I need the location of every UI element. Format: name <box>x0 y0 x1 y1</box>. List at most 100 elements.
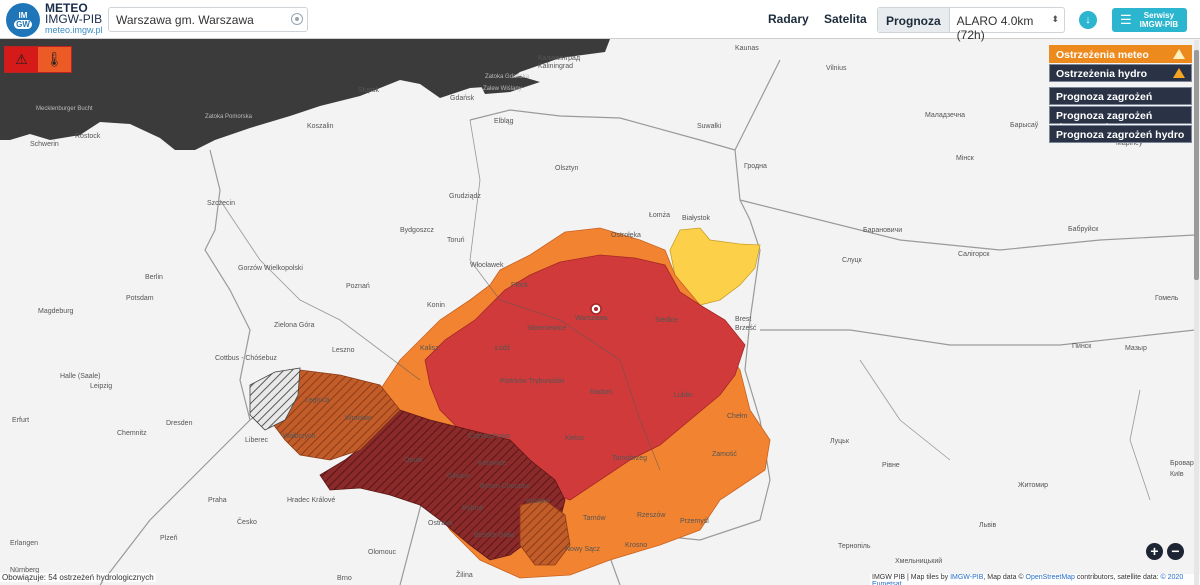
city-label: Česko <box>237 517 257 526</box>
city-label: Мазыр <box>1125 345 1147 352</box>
attribution-mid2: contributors, satellite data: <box>1074 574 1161 581</box>
forecast-hydro-button[interactable]: Prognoza zagrożeń hydro <box>1049 125 1192 143</box>
city-label: Schwerin <box>30 141 59 148</box>
city-label: Krosno <box>625 542 647 549</box>
locate-icon[interactable] <box>291 13 303 25</box>
attribution-link-imgw[interactable]: IMGW-PIB <box>950 574 983 581</box>
attribution-mid: , Map data © <box>983 574 1026 581</box>
download-icon[interactable]: ↓ <box>1079 11 1097 29</box>
city-label: Tarnobrzeg <box>612 455 647 462</box>
nav-radary[interactable]: Radary <box>768 12 809 26</box>
city-label: Słupsk <box>358 87 380 94</box>
city-label: Vilnius <box>826 65 847 72</box>
map-attribution: IMGW PIB | Map tiles by IMGW-PIB, Map da… <box>870 574 1200 585</box>
brand-subtitle: IMGW-PIB <box>45 12 103 26</box>
city-label: Płock <box>511 282 529 289</box>
warnings-meteo-button[interactable]: Ostrzeżenia meteo <box>1049 45 1192 63</box>
logo-text-top: IM <box>18 11 28 20</box>
city-label: Przemyśl <box>680 518 709 525</box>
city-label: Łomża <box>649 212 670 219</box>
city-label: Leipzig <box>90 383 112 390</box>
city-label: Włocławek <box>470 262 504 269</box>
brand-url: meteo.imgw.pl <box>45 25 103 35</box>
meteo-warning-icon[interactable]: ⚠ <box>5 47 38 72</box>
forecast-meteo-button[interactable]: Prognoza zagrożeń meteo <box>1049 87 1192 115</box>
city-label: Olsztyn <box>555 165 578 172</box>
model-select[interactable]: ALARO 4.0km (72h) <box>950 8 1064 42</box>
serwisy-line2: IMGW-PIB <box>1139 20 1179 29</box>
forecast-road-button[interactable]: Prognoza zagrożeń drogowych <box>1049 106 1192 134</box>
search-input[interactable] <box>109 8 289 31</box>
city-label: Halle (Saale) <box>60 373 100 380</box>
city-label: Kaliningrad <box>538 63 573 70</box>
city-label: Kalisz <box>420 345 439 352</box>
city-label: Гродна <box>744 163 767 170</box>
city-label: Пинск <box>1072 343 1092 350</box>
warning-triangle-icon <box>1173 49 1185 59</box>
nav-satelita[interactable]: Satelita <box>824 12 867 26</box>
city-label: Bytom Chorzów <box>480 483 530 490</box>
city-label: Барановичи <box>863 227 902 234</box>
city-label: Tarnów <box>583 515 607 522</box>
warning-triangle-icon <box>1173 68 1185 78</box>
city-label: Маладзечна <box>925 112 965 119</box>
city-label: Житомир <box>1018 482 1048 489</box>
city-label: Chemnitz <box>117 430 147 437</box>
city-label: Liberec <box>245 437 268 444</box>
city-label: Konin <box>427 302 445 309</box>
city-label: Rybnik <box>462 505 484 512</box>
city-label: Hradec Králové <box>287 497 335 504</box>
city-label: Gorzów Wielkopolski <box>238 265 303 272</box>
city-label: Potsdam <box>126 295 154 302</box>
sea-label: Zalew Wiślany <box>483 86 522 92</box>
city-label: Olomouc <box>368 549 397 556</box>
warnings-hydro-label: Ostrzeżenia hydro <box>1056 68 1148 80</box>
city-label: Тернопіль <box>838 542 871 550</box>
forecast-selector[interactable]: Prognoza ALARO 4.0km (72h) <box>877 7 1065 42</box>
city-label: Rostock <box>75 133 101 140</box>
warnings-hydro-button[interactable]: Ostrzeżenia hydro <box>1049 64 1192 82</box>
city-label: Koszalin <box>307 123 334 130</box>
scrollbar[interactable] <box>1194 40 1199 585</box>
status-text: Obowiązuje: 54 ostrzeżeń hydrologicznych <box>0 573 156 582</box>
city-label: Skierniewice <box>527 325 566 332</box>
city-label: Magdeburg <box>38 308 74 315</box>
city-label: Cottbus - Chóśebuz <box>215 355 277 362</box>
city-label: Gliwice <box>447 473 470 480</box>
attribution-prefix: IMGW PIB | Map tiles by <box>872 574 951 581</box>
city-label: Wałbrzych <box>283 433 316 440</box>
city-label: Київ <box>1170 471 1184 478</box>
imgw-logo[interactable]: IM GW <box>6 3 40 37</box>
city-label: Мінск <box>956 154 975 162</box>
scrollbar-thumb[interactable] <box>1194 50 1199 280</box>
zoom-out-button[interactable]: − <box>1167 543 1184 560</box>
city-label: Chełm <box>727 413 747 420</box>
city-label: Ostrołęka <box>611 232 641 239</box>
city-label: Erfurt <box>12 417 29 424</box>
city-label: Warszawa <box>575 315 608 322</box>
warnings-panel: Ostrzeżenia meteo Ostrzeżenia hydro Prog… <box>1049 45 1192 144</box>
city-label: Radom <box>590 389 613 396</box>
city-label: Opole <box>404 457 423 464</box>
location-search[interactable] <box>108 7 308 32</box>
thermometer-icon[interactable]: 🌡 <box>38 47 71 72</box>
city-label: Барысаў <box>1010 121 1039 129</box>
city-label: Хмельницький <box>895 557 942 565</box>
city-label: Praha <box>208 497 227 504</box>
attribution-link-osm[interactable]: OpenStreetMap <box>1026 574 1075 581</box>
serwisy-button[interactable]: ☰ Serwisy IMGW-PIB <box>1112 8 1187 32</box>
menu-icon: ☰ <box>1120 12 1132 27</box>
city-label: Częstochowa <box>468 433 510 440</box>
city-label: Legnica <box>305 397 330 404</box>
city-label: Салігорск <box>958 250 990 258</box>
warning-map[interactable]: Kaunas Vilnius KaliningradКалининград Gdańs… <box>0 39 1200 585</box>
brand[interactable]: METEO IMGW-PIB meteo.imgw.pl <box>45 2 103 36</box>
city-label: Рівне <box>882 461 900 469</box>
city-label: Kaunas <box>735 45 759 52</box>
city-label: Toruń <box>447 237 465 244</box>
city-label: Ostrava <box>428 520 453 527</box>
forecast-label[interactable]: Prognoza <box>878 8 950 32</box>
city-label: Brześć <box>735 325 757 332</box>
zoom-in-button[interactable]: + <box>1146 543 1163 560</box>
city-label: Szczecin <box>207 200 235 207</box>
